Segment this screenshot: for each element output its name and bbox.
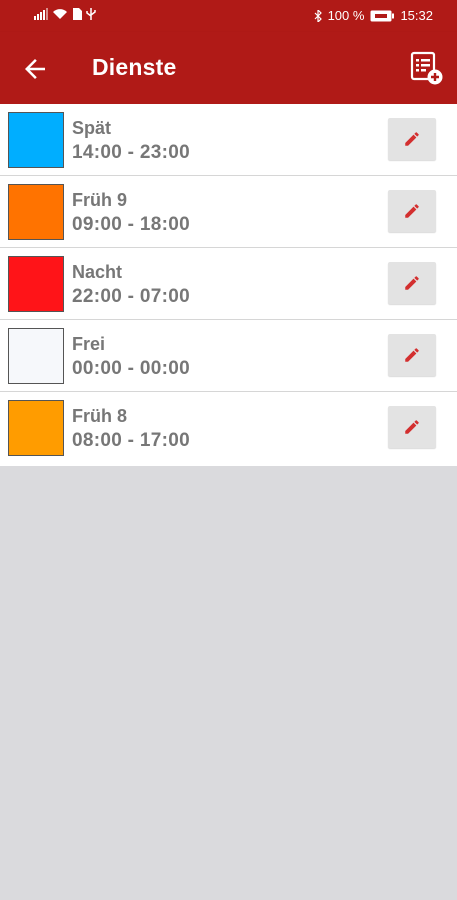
sim-icon xyxy=(73,8,82,20)
battery-icon xyxy=(370,10,395,21)
shift-time: 09:00 - 18:00 xyxy=(72,214,190,235)
shift-color-swatch xyxy=(8,400,64,456)
edit-shift-button[interactable] xyxy=(388,118,436,160)
status-icons-right: 100 % 15:32 xyxy=(314,8,433,23)
pencil-icon xyxy=(405,132,419,146)
shift-row[interactable]: Früh 8 08:00 - 17:00 xyxy=(0,392,457,466)
shift-row[interactable]: Spät 14:00 - 23:00 xyxy=(0,104,457,176)
wifi-icon xyxy=(53,9,67,19)
shift-name: Nacht xyxy=(72,262,123,282)
pencil-icon xyxy=(405,276,419,290)
shift-color-swatch xyxy=(8,328,64,384)
shift-color-swatch xyxy=(8,256,64,312)
shift-time: 22:00 - 07:00 xyxy=(72,286,190,307)
shift-row[interactable]: Früh 9 09:00 - 18:00 xyxy=(0,176,457,248)
shift-time: 08:00 - 17:00 xyxy=(72,430,190,451)
usb-icon xyxy=(86,8,96,20)
edit-shift-button[interactable] xyxy=(388,334,436,376)
pencil-icon xyxy=(405,204,419,218)
edit-shift-button[interactable] xyxy=(388,406,436,448)
add-shift-button[interactable] xyxy=(408,50,444,86)
page-title: Dienste xyxy=(92,54,177,80)
shift-time: 14:00 - 23:00 xyxy=(72,142,190,163)
shift-color-swatch xyxy=(8,112,64,168)
edit-shift-button[interactable] xyxy=(388,190,436,232)
signal-icon xyxy=(34,8,48,20)
shift-row[interactable]: Nacht 22:00 - 07:00 xyxy=(0,248,457,320)
bluetooth-icon xyxy=(314,9,322,22)
shift-name: Früh 9 xyxy=(72,190,128,210)
shift-name: Früh 8 xyxy=(72,406,128,426)
shift-time: 00:00 - 00:00 xyxy=(72,358,190,379)
app-toolbar: Dienste xyxy=(0,32,457,104)
pencil-icon xyxy=(405,348,419,362)
status-time: 15:32 xyxy=(400,8,433,23)
shift-list: Spät 14:00 - 23:00 Früh 9 09:00 - 18:00 … xyxy=(0,104,457,466)
shift-color-swatch xyxy=(8,184,64,240)
shift-name: Frei xyxy=(72,334,106,354)
shift-row[interactable]: Frei 00:00 - 00:00 xyxy=(0,320,457,392)
edit-shift-button[interactable] xyxy=(388,262,436,304)
status-icons-left xyxy=(34,8,96,20)
back-button[interactable] xyxy=(20,54,50,84)
shift-name: Spät xyxy=(72,118,112,138)
status-bar: 100 % 15:32 xyxy=(0,0,457,32)
list-add-icon xyxy=(410,51,443,85)
battery-percent: 100 % xyxy=(327,8,365,23)
pencil-icon xyxy=(405,420,419,434)
arrow-left-icon xyxy=(25,59,45,79)
